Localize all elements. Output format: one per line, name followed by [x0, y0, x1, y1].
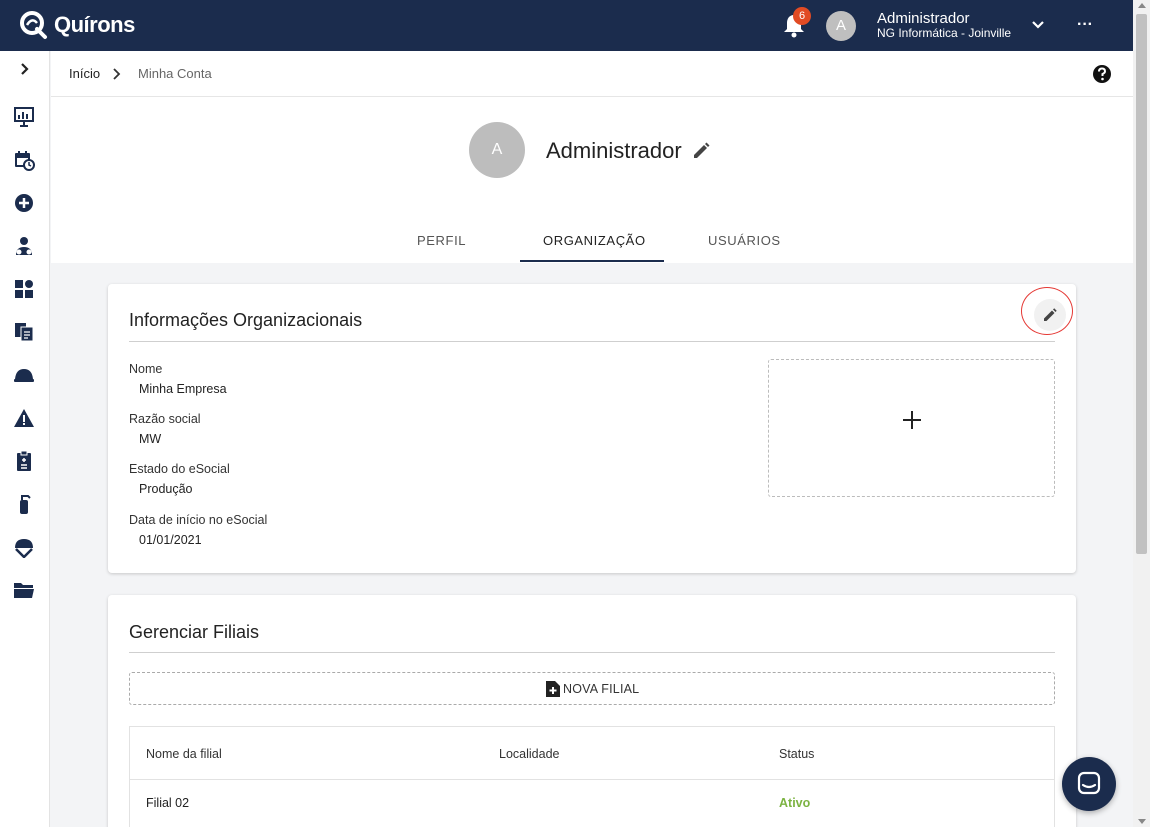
breadcrumb-home-link[interactable]: Início [69, 66, 100, 81]
user-organization[interactable]: NG Informática - Joinville [877, 27, 1011, 39]
top-bar: Quírons 6 A Administrador NG Informática… [0, 0, 1133, 51]
add-document-icon [546, 681, 560, 697]
page-scrollbar[interactable] [1133, 0, 1150, 827]
new-branch-label: NOVA FILIAL [563, 682, 640, 696]
sidebar-expand-chevron-icon[interactable] [17, 61, 33, 77]
highlight-circle [1021, 287, 1073, 335]
help-icon[interactable] [1092, 64, 1112, 84]
field-label-razao-social: Razão social [129, 412, 201, 426]
breadcrumb: Início Minha Conta [51, 51, 1133, 97]
add-circle-icon[interactable] [13, 192, 35, 214]
profile-avatar[interactable]: A [469, 122, 525, 178]
org-info-title: Informações Organizacionais [129, 310, 363, 330]
column-header-location[interactable]: Localidade [499, 747, 559, 761]
user-avatar[interactable]: A [826, 11, 856, 41]
scroll-up-arrow-icon[interactable] [1138, 3, 1146, 8]
branches-card: Gerenciar Filiais NOVA FILIAL Nome da fi… [108, 595, 1076, 827]
field-label-data-inicio: Data de início no eSocial [129, 513, 268, 527]
user-name[interactable]: Administrador [877, 11, 970, 26]
scroll-down-arrow-icon[interactable] [1138, 819, 1146, 824]
users-icon[interactable] [13, 235, 35, 257]
field-value-nome: Minha Empresa [139, 382, 227, 396]
branch-status-cell: Ativo [779, 796, 811, 810]
breadcrumb-current: Minha Conta [138, 66, 212, 81]
logo-mark-icon [20, 11, 47, 39]
plus-icon [903, 411, 921, 429]
sidebar [0, 51, 50, 827]
chevron-right-icon [113, 68, 121, 80]
chevron-down-icon[interactable] [1031, 18, 1045, 32]
branch-name-cell[interactable]: Filial 02 [146, 796, 189, 810]
profile-header: A Administrador PERFIL ORGANIZAÇÃO USUÁR… [51, 97, 1133, 263]
table-row-divider [130, 779, 1054, 780]
field-label-estado-esocial: Estado do eSocial [129, 462, 230, 476]
card-divider [129, 341, 1055, 342]
chat-icon [1077, 771, 1101, 795]
tab-organizacao[interactable]: ORGANIZAÇÃO [543, 233, 646, 248]
profile-name: Administrador [546, 138, 682, 163]
extinguisher-icon[interactable] [13, 493, 35, 515]
field-value-data-inicio: 01/01/2021 [139, 533, 202, 547]
column-header-status[interactable]: Status [779, 747, 814, 761]
dashboard-icon[interactable] [13, 106, 35, 128]
documents-icon[interactable] [13, 321, 35, 343]
branches-title: Gerenciar Filiais [129, 622, 260, 642]
helmet-icon[interactable] [13, 364, 35, 386]
puzzle-person-icon[interactable] [13, 278, 35, 300]
notification-badge: 6 [793, 7, 811, 25]
tab-perfil[interactable]: PERFIL [417, 233, 466, 248]
edit-name-pencil-icon[interactable] [691, 141, 711, 161]
column-header-name[interactable]: Nome da filial [146, 747, 222, 761]
field-value-estado-esocial: Produção [139, 482, 193, 496]
safety-helmet-icon[interactable] [13, 536, 35, 558]
scrollbar-thumb[interactable] [1136, 14, 1147, 554]
clipboard-icon[interactable] [13, 450, 35, 472]
more-options-icon[interactable]: ··· [1077, 16, 1093, 34]
active-tab-indicator [520, 260, 664, 262]
card-divider [129, 652, 1055, 653]
tab-usuarios[interactable]: USUÁRIOS [708, 233, 781, 248]
field-value-razao-social: MW [139, 432, 162, 446]
warning-icon[interactable] [13, 407, 35, 429]
branches-table: Nome da filial Localidade Status Filial … [129, 726, 1055, 827]
new-branch-button[interactable]: NOVA FILIAL [129, 672, 1055, 705]
field-label-nome: Nome [129, 362, 163, 376]
org-info-card: Informações Organizacionais Nome Minha E… [108, 284, 1076, 573]
calendar-clock-icon[interactable] [13, 149, 35, 171]
logo-upload-area[interactable] [768, 359, 1055, 497]
folder-icon[interactable] [13, 579, 35, 601]
app-logo[interactable]: Quírons [18, 8, 135, 42]
chat-support-button[interactable] [1062, 757, 1116, 811]
logo-text: Quírons [54, 12, 135, 37]
